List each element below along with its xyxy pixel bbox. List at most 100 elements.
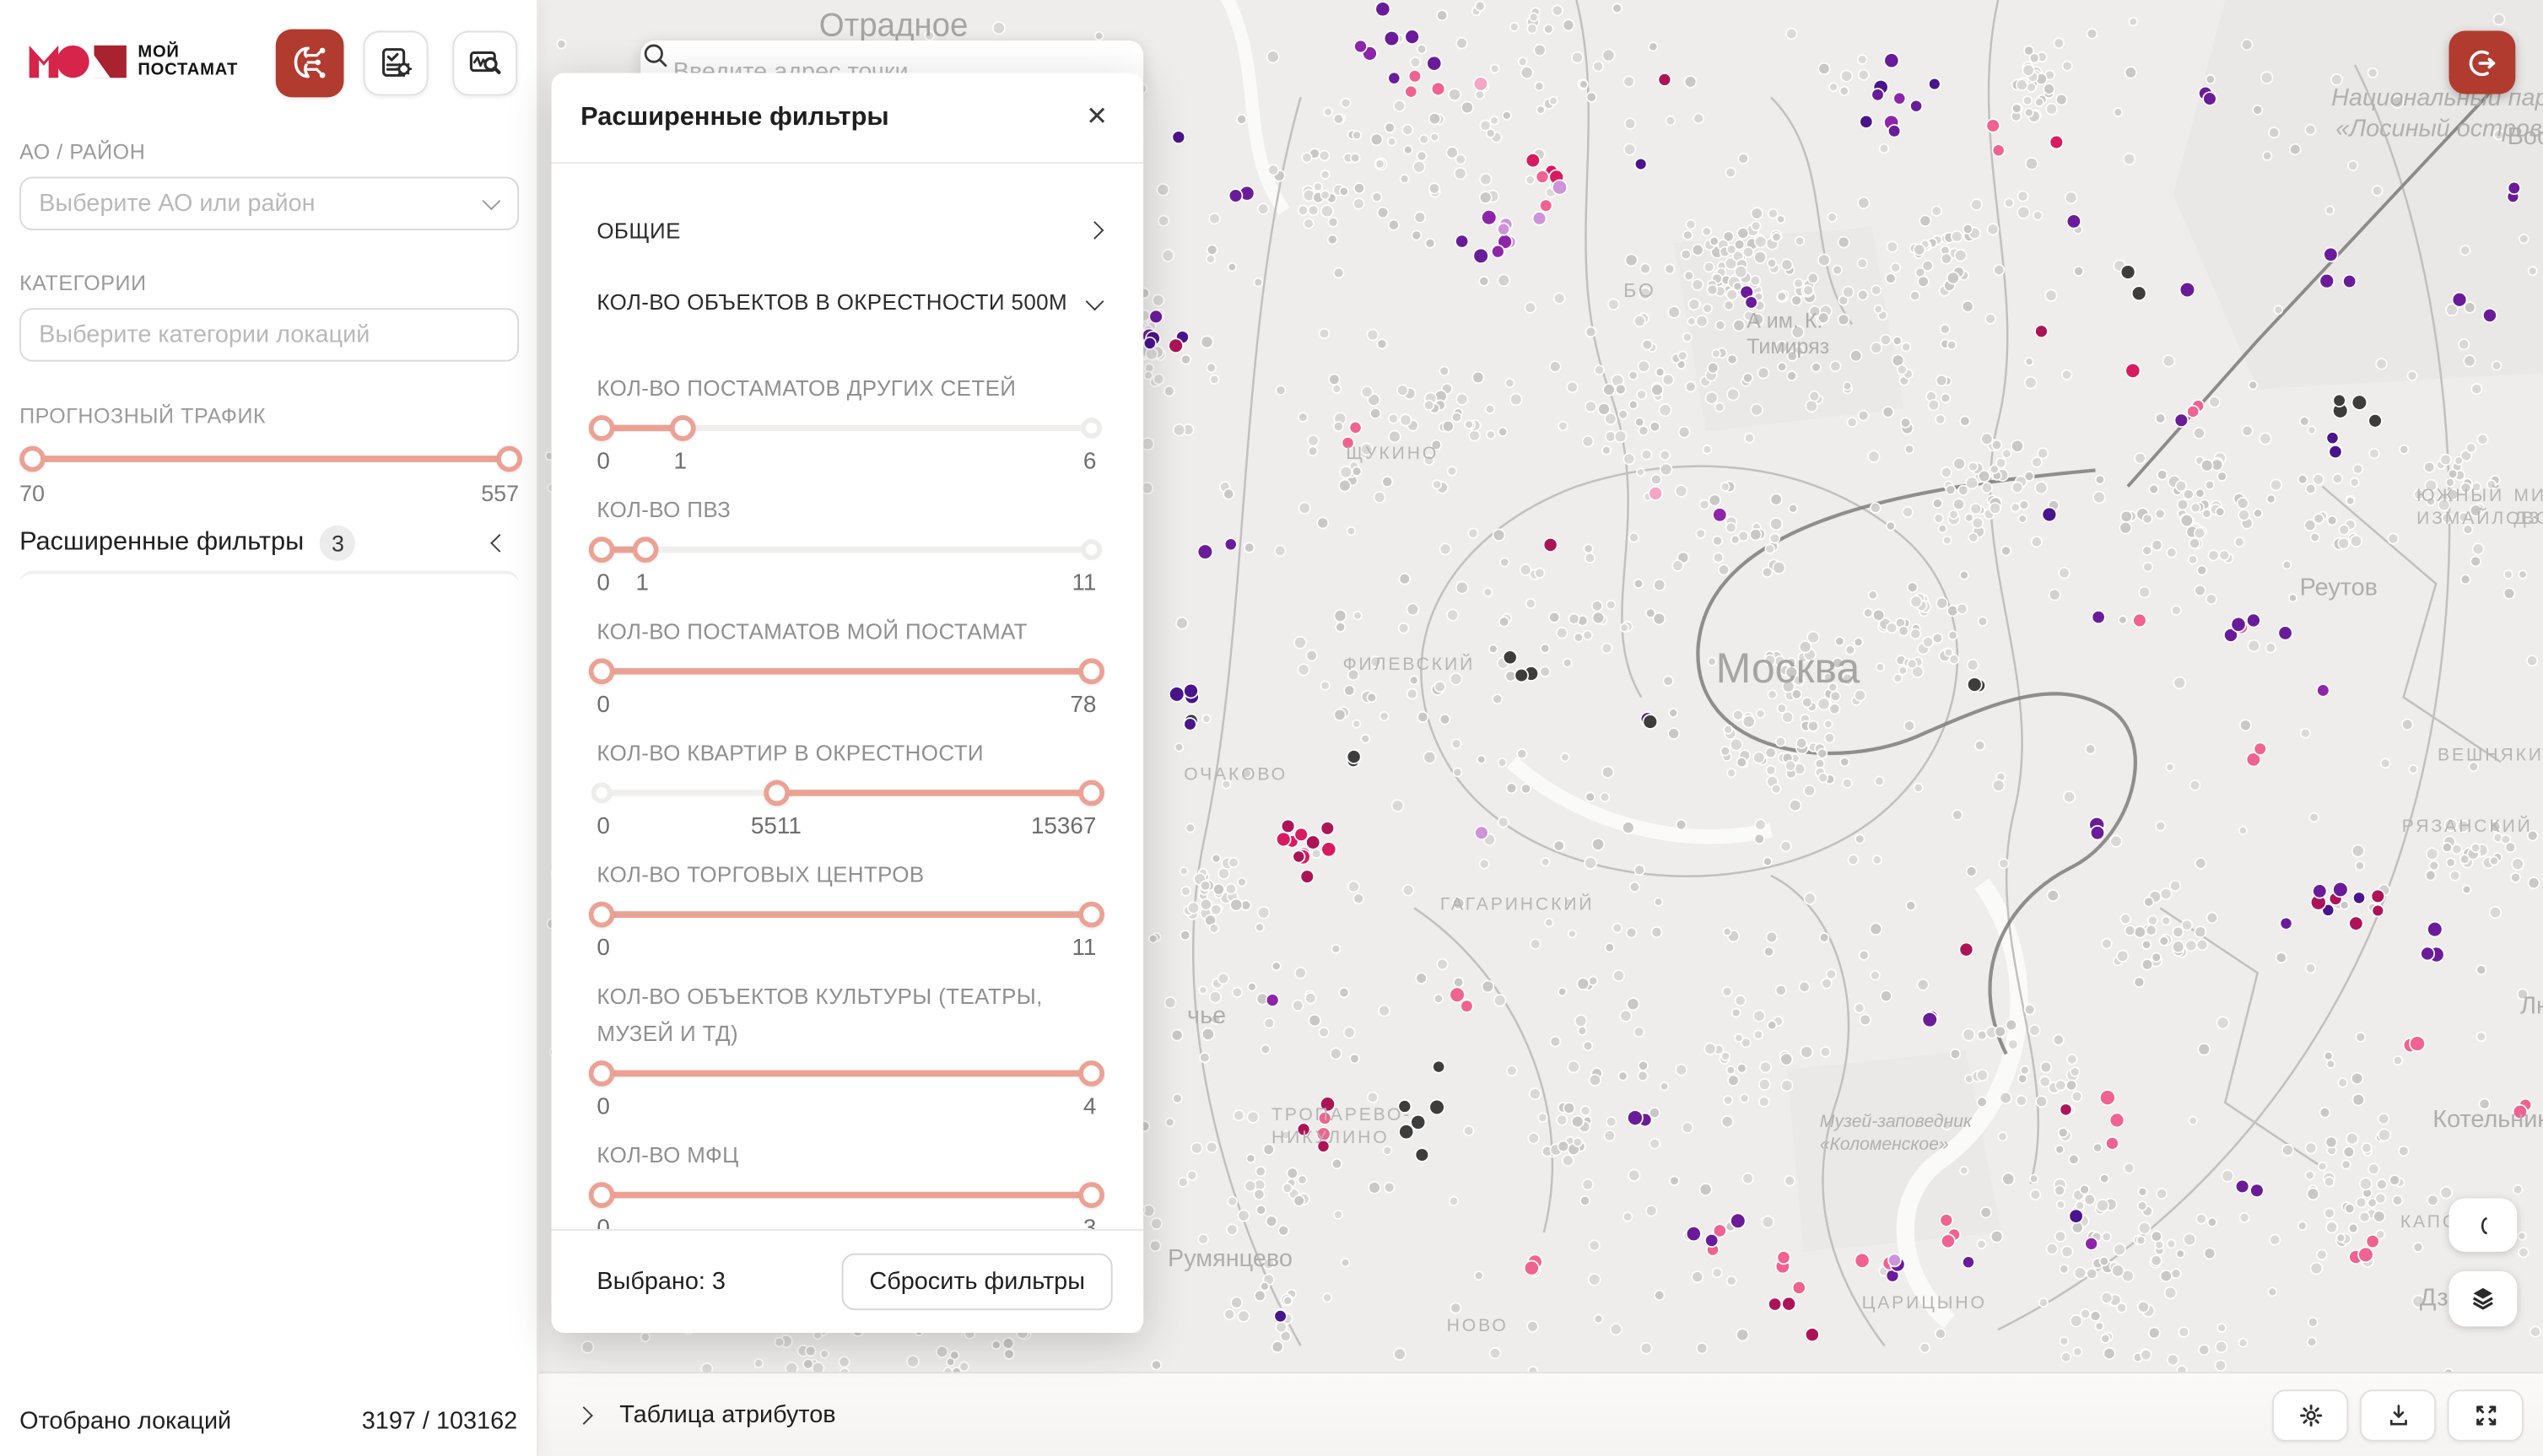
slider-handle-max[interactable] xyxy=(634,537,660,563)
filter-slider-group: КОЛ-ВО КВАРТИР В ОКРЕСТНОСТИ 0551115367 xyxy=(597,735,1096,840)
advanced-filters-label: Расширенные фильтры xyxy=(19,529,304,558)
layers-button[interactable] xyxy=(2449,1271,2518,1326)
filter-slider-label: КОЛ-ВО ПОСТАМАТОВ ДРУГИХ СЕТЕЙ xyxy=(597,369,1096,407)
ao-district-select[interactable] xyxy=(19,177,519,230)
report-settings-icon xyxy=(376,44,415,83)
sidebar: МОЙ ПОСТАМАТ xyxy=(0,0,538,1456)
slider-handle-min[interactable] xyxy=(589,537,615,563)
app-logo: МОЙ ПОСТАМАТ xyxy=(30,40,239,83)
slider-handle-max[interactable] xyxy=(1078,658,1104,684)
gear-icon xyxy=(2296,1400,2325,1430)
map-settings-button[interactable] xyxy=(2272,1389,2348,1441)
filter-slider-group: КОЛ-ВО ТОРГОВЫХ ЦЕНТРОВ 011 xyxy=(597,856,1096,962)
slider-handle-max[interactable] xyxy=(1078,1182,1104,1208)
logout-button[interactable] xyxy=(2449,31,2516,94)
filter-slider-label: КОЛ-ВО ПОСТАМАТОВ МОЙ ПОСТАМАТ xyxy=(597,613,1096,650)
selected-count-label: Выбрано: 3 xyxy=(597,1268,726,1296)
logout-icon xyxy=(2465,45,2500,80)
slider-values: 011 xyxy=(597,936,1096,962)
selected-locations-label: Отобрано локаций xyxy=(19,1407,231,1435)
ao-district-label: АО / РАЙОН xyxy=(19,139,145,164)
filter-slider-label: КОЛ-ВО ТОРГОВЫХ ЦЕНТРОВ xyxy=(597,856,1096,893)
modal-footer: Выбрано: 3 Сбросить фильтры xyxy=(552,1229,1144,1333)
selected-locations-value: 3197 / 103162 xyxy=(362,1407,517,1435)
slider-handle-max[interactable] xyxy=(1078,902,1104,928)
download-icon xyxy=(2384,1400,2413,1430)
download-button[interactable] xyxy=(2360,1389,2436,1441)
logo-text-line2: ПОСТАМАТ xyxy=(138,62,238,80)
slider-handle-max[interactable] xyxy=(1078,780,1104,806)
modal-title: Расширенные фильтры xyxy=(580,103,1086,132)
slider-handle-max[interactable] xyxy=(1078,1060,1104,1087)
slider-handle-min[interactable] xyxy=(19,446,45,472)
range-slider[interactable] xyxy=(602,902,1092,928)
range-slider[interactable] xyxy=(602,780,1092,806)
attribute-table-bar: Таблица атрибутов xyxy=(538,1372,2543,1456)
slider-handle-min[interactable] xyxy=(764,780,791,806)
app-root: ОтрадноеНациональный парк «Лосиный остро… xyxy=(0,0,2543,1456)
slider-values: 04 xyxy=(597,1094,1096,1120)
modal-sliders-list: КОЛ-ВО ПОСТАМАТОВ ДРУГИХ СЕТЕЙ016КОЛ-ВО … xyxy=(552,334,1144,1229)
range-slider[interactable] xyxy=(602,1182,1092,1208)
advanced-filters-toggle[interactable]: Расширенные фильтры 3 xyxy=(19,522,519,564)
monitor-search-icon xyxy=(466,44,505,83)
filter-slider-label: КОЛ-ВО ОБЪЕКТОВ КУЛЬТУРЫ (ТЕАТРЫ, МУЗЕЙ … xyxy=(597,978,1096,1052)
monitor-search-button[interactable] xyxy=(452,31,517,96)
slider-endcap xyxy=(1081,539,1102,560)
section-general[interactable]: ОБЩИЕ xyxy=(597,198,1101,263)
slider-handle-min[interactable] xyxy=(589,658,615,684)
slider-handle-max[interactable] xyxy=(671,415,697,441)
night-mode-button[interactable] xyxy=(2449,1198,2518,1251)
chevron-right-icon xyxy=(1086,221,1104,240)
close-icon[interactable]: ✕ xyxy=(1086,105,1108,131)
categories-select[interactable] xyxy=(19,308,519,361)
slider-handle-min[interactable] xyxy=(589,1182,615,1208)
traffic-range-slider[interactable] xyxy=(19,439,519,478)
filter-slider-label: КОЛ-ВО МФЦ xyxy=(597,1136,1096,1173)
range-slider[interactable] xyxy=(602,415,1092,441)
filter-slider-group: КОЛ-ВО ПОСТАМАТОВ ДРУГИХ СЕТЕЙ 016 xyxy=(597,369,1096,475)
slider-handle-max[interactable] xyxy=(496,446,522,472)
filter-slider-group: КОЛ-ВО ПОСТАМАТОВ МОЙ ПОСТАМАТ 078 xyxy=(597,613,1096,719)
ai-mode-button[interactable] xyxy=(276,30,344,98)
brain-circuit-icon xyxy=(289,42,331,84)
filter-slider-label: КОЛ-ВО КВАРТИР В ОКРЕСТНОСТИ xyxy=(597,735,1096,772)
filter-slider-group: КОЛ-ВО ОБЪЕКТОВ КУЛЬТУРЫ (ТЕАТРЫ, МУЗЕЙ … xyxy=(597,978,1096,1120)
divider xyxy=(19,571,519,584)
reset-filters-button[interactable]: Сбросить фильтры xyxy=(842,1254,1113,1310)
chevron-left-icon xyxy=(490,534,509,553)
filter-slider-group: КОЛ-ВО ПВЗ 0111 xyxy=(597,491,1096,596)
section-general-label: ОБЩИЕ xyxy=(597,218,680,243)
slider-values: 0111 xyxy=(597,571,1096,597)
slider-handle-min[interactable] xyxy=(589,1060,615,1087)
layers-icon xyxy=(2467,1282,2499,1314)
fullscreen-button[interactable] xyxy=(2448,1389,2524,1441)
divider xyxy=(552,162,1144,164)
table-expand-chevron-icon[interactable] xyxy=(575,1405,593,1424)
slider-endcap xyxy=(591,782,613,803)
slider-handle-min[interactable] xyxy=(589,415,615,441)
range-slider[interactable] xyxy=(602,658,1092,684)
traffic-max-value: 557 xyxy=(481,480,519,506)
table-label: Таблица атрибутов xyxy=(619,1401,835,1429)
logo-text-line1: МОЙ xyxy=(138,43,238,62)
traffic-label: ПРОГНОЗНЫЙ ТРАФИК xyxy=(19,404,266,429)
slider-handle-min[interactable] xyxy=(589,902,615,928)
range-slider[interactable] xyxy=(602,1060,1092,1087)
filter-slider-label: КОЛ-ВО ПВЗ xyxy=(597,491,1096,528)
section-objects-500m[interactable]: КОЛ-ВО ОБЪЕКТОВ В ОКРЕСТНОСТИ 500М xyxy=(597,269,1101,334)
categories-label: КАТЕГОРИИ xyxy=(19,271,147,295)
report-settings-button[interactable] xyxy=(364,31,429,96)
slider-values: 016 xyxy=(597,449,1096,475)
moon-arc-icon xyxy=(2469,1211,2498,1240)
slider-endcap xyxy=(1081,418,1102,439)
traffic-min-value: 70 xyxy=(19,480,45,506)
filter-slider-group: КОЛ-ВО МФЦ03 xyxy=(597,1136,1096,1229)
logo-mark-icon xyxy=(30,40,127,83)
advanced-filters-modal: Расширенные фильтры ✕ ОБЩИЕ КОЛ-ВО ОБЪЕК… xyxy=(552,73,1144,1333)
range-slider[interactable] xyxy=(602,537,1092,563)
slider-values: 0551115367 xyxy=(597,814,1096,840)
search-icon xyxy=(640,40,670,70)
slider-values: 078 xyxy=(597,693,1096,719)
fullscreen-icon xyxy=(2470,1400,2500,1430)
